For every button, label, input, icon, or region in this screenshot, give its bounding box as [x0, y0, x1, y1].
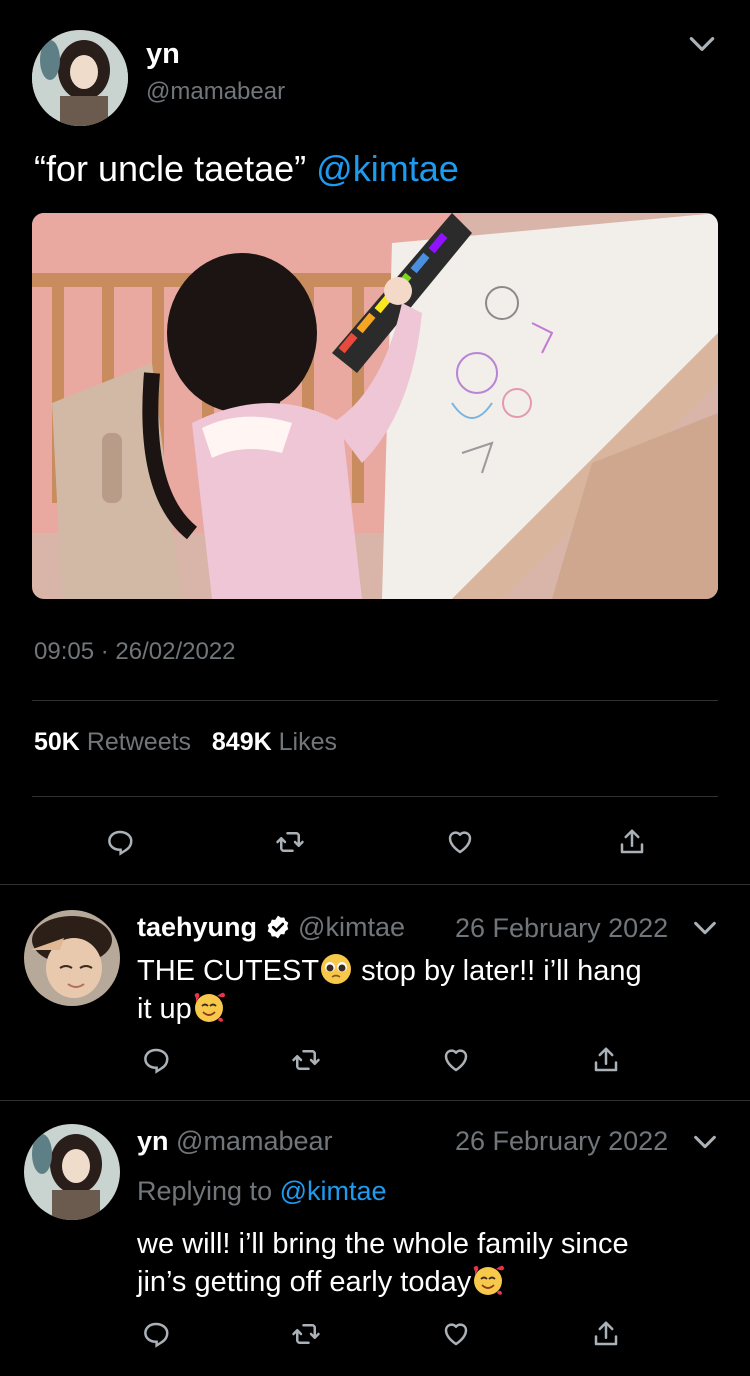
main-more-button[interactable] — [682, 28, 722, 60]
main-tweet-mention[interactable]: @kimtae — [316, 148, 459, 189]
reply2-replying-to: Replying to @kimtae — [137, 1176, 387, 1207]
divider — [0, 884, 750, 885]
main-tweet-text: “for uncle taetae” @kimtae — [34, 148, 459, 190]
retweet-icon — [292, 1324, 320, 1344]
reply2-reply-button[interactable] — [138, 1316, 174, 1352]
drawing-child-image — [32, 213, 718, 599]
divider — [32, 700, 718, 701]
timestamp-separator: · — [100, 638, 116, 665]
reply1-like-button[interactable] — [438, 1042, 474, 1078]
tweet-photo[interactable] — [32, 213, 718, 599]
likes-label: Likes — [278, 728, 337, 756]
reply2-header: yn @mamabear — [137, 1126, 333, 1157]
like-icon — [448, 831, 472, 854]
reply1-text-part2: stop by later!! i’ll hang — [353, 955, 642, 987]
retweets-label: Retweets — [86, 728, 192, 756]
divider — [0, 1100, 750, 1101]
reply1-avatar[interactable] — [24, 910, 120, 1006]
replying-to-label: Replying to — [137, 1176, 273, 1206]
reply-icon — [108, 830, 133, 856]
retweet-icon — [292, 1050, 320, 1070]
reply1-author-handle[interactable]: @kimtae — [298, 912, 405, 942]
reply2-avatar[interactable] — [24, 1124, 120, 1220]
reply1-author-name[interactable]: taehyung — [137, 912, 257, 942]
verified-icon — [267, 915, 288, 939]
reply1-date[interactable]: 26 February 2022 — [455, 913, 668, 944]
reply2-text: we will! i’ll bring the whole family sin… — [137, 1226, 727, 1301]
smiling-hearts-emoji — [473, 1265, 505, 1295]
reply2-more-button[interactable] — [690, 1128, 722, 1156]
chevron-down-icon — [694, 1135, 716, 1149]
retweets-stat[interactable]: 50K Retweets — [34, 728, 198, 756]
reply2-share-button[interactable] — [588, 1316, 624, 1352]
reply-icon — [144, 1048, 169, 1074]
reply-icon — [144, 1322, 169, 1348]
retweet-icon — [276, 832, 304, 852]
reply1-text-part1: THE CUTEST — [137, 955, 320, 987]
main-share-button[interactable] — [614, 824, 650, 860]
reply2-author-handle[interactable]: @mamabear — [176, 1126, 332, 1156]
main-like-button[interactable] — [442, 824, 478, 860]
reply2-date[interactable]: 26 February 2022 — [455, 1126, 668, 1157]
main-author-handle[interactable]: @mamabear — [146, 78, 285, 106]
chevron-down-icon — [689, 37, 715, 51]
retweets-count: 50K — [34, 728, 80, 756]
smiling-hearts-emoji — [194, 992, 225, 1022]
main-timestamp: 09:05 · 26/02/2022 — [34, 638, 236, 666]
divider — [32, 796, 718, 797]
reply2-text-part2: jin’s getting off early today — [137, 1266, 472, 1298]
share-icon — [594, 1321, 618, 1346]
reply2-author-name[interactable]: yn — [137, 1126, 169, 1156]
main-reply-button[interactable] — [102, 824, 138, 860]
likes-stat[interactable]: 849K Likes — [212, 728, 337, 756]
share-icon — [594, 1047, 618, 1072]
reply1-reply-button[interactable] — [138, 1042, 174, 1078]
main-date: 26/02/2022 — [115, 638, 236, 665]
reply1-retweet-button[interactable] — [288, 1042, 324, 1078]
reply2-text-part1: we will! i’ll bring the whole family sin… — [137, 1228, 629, 1260]
reply1-more-button[interactable] — [690, 914, 722, 942]
reply2-retweet-button[interactable] — [288, 1316, 324, 1352]
main-time: 09:05 — [34, 638, 95, 665]
replying-to-mention[interactable]: @kimtae — [280, 1176, 387, 1206]
reply1-text-part3: it up — [137, 993, 192, 1025]
reply1-header: taehyung @kimtae — [137, 912, 405, 943]
main-tweet-text-body: “for uncle taetae” — [34, 148, 307, 189]
main-avatar[interactable] — [32, 30, 128, 126]
like-icon — [444, 1049, 468, 1072]
reply1-text: THE CUTEST stop by later!! i’ll hang it … — [137, 952, 727, 1028]
reply2-like-button[interactable] — [438, 1316, 474, 1352]
chevron-down-icon — [694, 921, 716, 935]
main-retweet-button[interactable] — [272, 824, 308, 860]
like-icon — [444, 1323, 468, 1346]
likes-count: 849K — [211, 728, 272, 756]
reply1-share-button[interactable] — [588, 1042, 624, 1078]
share-icon — [620, 829, 644, 854]
main-author-name[interactable]: yn — [146, 38, 180, 71]
engagement-stats: 50K Retweets 849K Likes — [34, 728, 337, 757]
pleading-face-emoji — [321, 954, 352, 984]
